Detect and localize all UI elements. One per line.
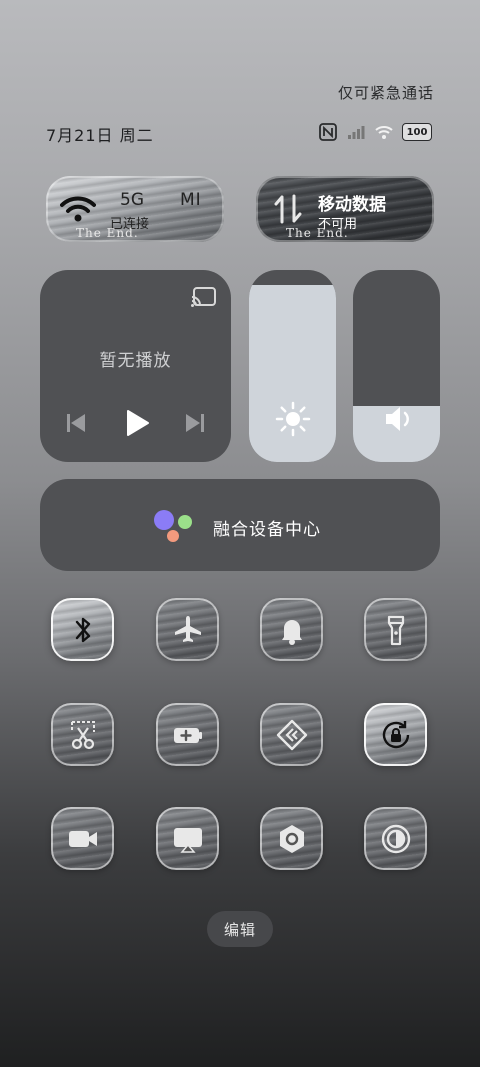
edit-button[interactable]: 编辑: [207, 911, 273, 947]
data-transfer-icon: [274, 194, 302, 224]
cast-screen-icon: [173, 827, 202, 853]
media-status-text: 暂无播放: [99, 351, 172, 371]
contrast-icon: [381, 824, 410, 853]
wallpaper-caption: The End.: [76, 226, 139, 240]
dark-mode-toggle[interactable]: [364, 807, 427, 870]
wifi-ssid: 5G: [120, 190, 144, 210]
do-not-disturb-toggle[interactable]: [260, 598, 323, 661]
screen-cast-toggle[interactable]: [156, 807, 219, 870]
device-hub-label: 融合设备中心: [213, 520, 321, 540]
play-icon[interactable]: [123, 408, 151, 438]
battery-saver-toggle[interactable]: [156, 703, 219, 766]
flashlight-toggle[interactable]: [364, 598, 427, 661]
previous-track-icon[interactable]: [64, 410, 88, 436]
mobile-data-title: 移动数据: [318, 195, 386, 215]
bluetooth-toggle[interactable]: [51, 598, 114, 661]
nearby-share-toggle[interactable]: [260, 703, 323, 766]
next-track-icon[interactable]: [183, 410, 207, 436]
wifi-tile[interactable]: 5G MI 已连接 The End.: [46, 176, 224, 242]
screen-record-toggle[interactable]: [51, 807, 114, 870]
wifi-icon: [60, 196, 96, 222]
screenshot-toggle[interactable]: [51, 703, 114, 766]
device-hub-button[interactable]: 融合设备中心: [40, 479, 440, 571]
airplane-mode-toggle[interactable]: [156, 598, 219, 661]
scissors-icon: [70, 720, 95, 749]
volume-slider[interactable]: [353, 270, 440, 462]
bluetooth-icon: [75, 617, 90, 642]
airplane-icon: [174, 615, 201, 642]
brightness-slider[interactable]: [249, 270, 336, 462]
battery-plus-icon: [173, 727, 202, 743]
share-icon: [276, 719, 307, 750]
brightness-icon: [275, 401, 310, 437]
status-icons: 100: [318, 122, 432, 142]
signal-icon: [348, 126, 365, 139]
wallpaper-caption: The End.: [286, 226, 349, 240]
video-icon: [68, 830, 97, 847]
cast-icon[interactable]: [191, 286, 217, 308]
wifi-brand-text: MI: [180, 190, 202, 210]
date-text: 7月21日 周二: [46, 126, 154, 145]
media-panel[interactable]: 暂无播放: [40, 270, 231, 462]
wifi-icon: [375, 126, 393, 139]
nfc-icon: [319, 123, 337, 141]
flashlight-icon: [387, 615, 404, 645]
rotation-lock-icon: [382, 720, 409, 748]
mobile-data-tile[interactable]: 移动数据 不可用 The End.: [256, 176, 434, 242]
hexagon-settings-icon: [279, 824, 304, 853]
rotation-lock-toggle[interactable]: [364, 703, 427, 766]
bell-icon: [281, 619, 302, 645]
device-hub-icon: [154, 510, 192, 542]
battery-icon: 100: [402, 123, 432, 141]
settings-toggle[interactable]: [260, 807, 323, 870]
emergency-call-only-text: 仅可紧急通话: [337, 84, 434, 102]
volume-icon: [385, 407, 409, 431]
